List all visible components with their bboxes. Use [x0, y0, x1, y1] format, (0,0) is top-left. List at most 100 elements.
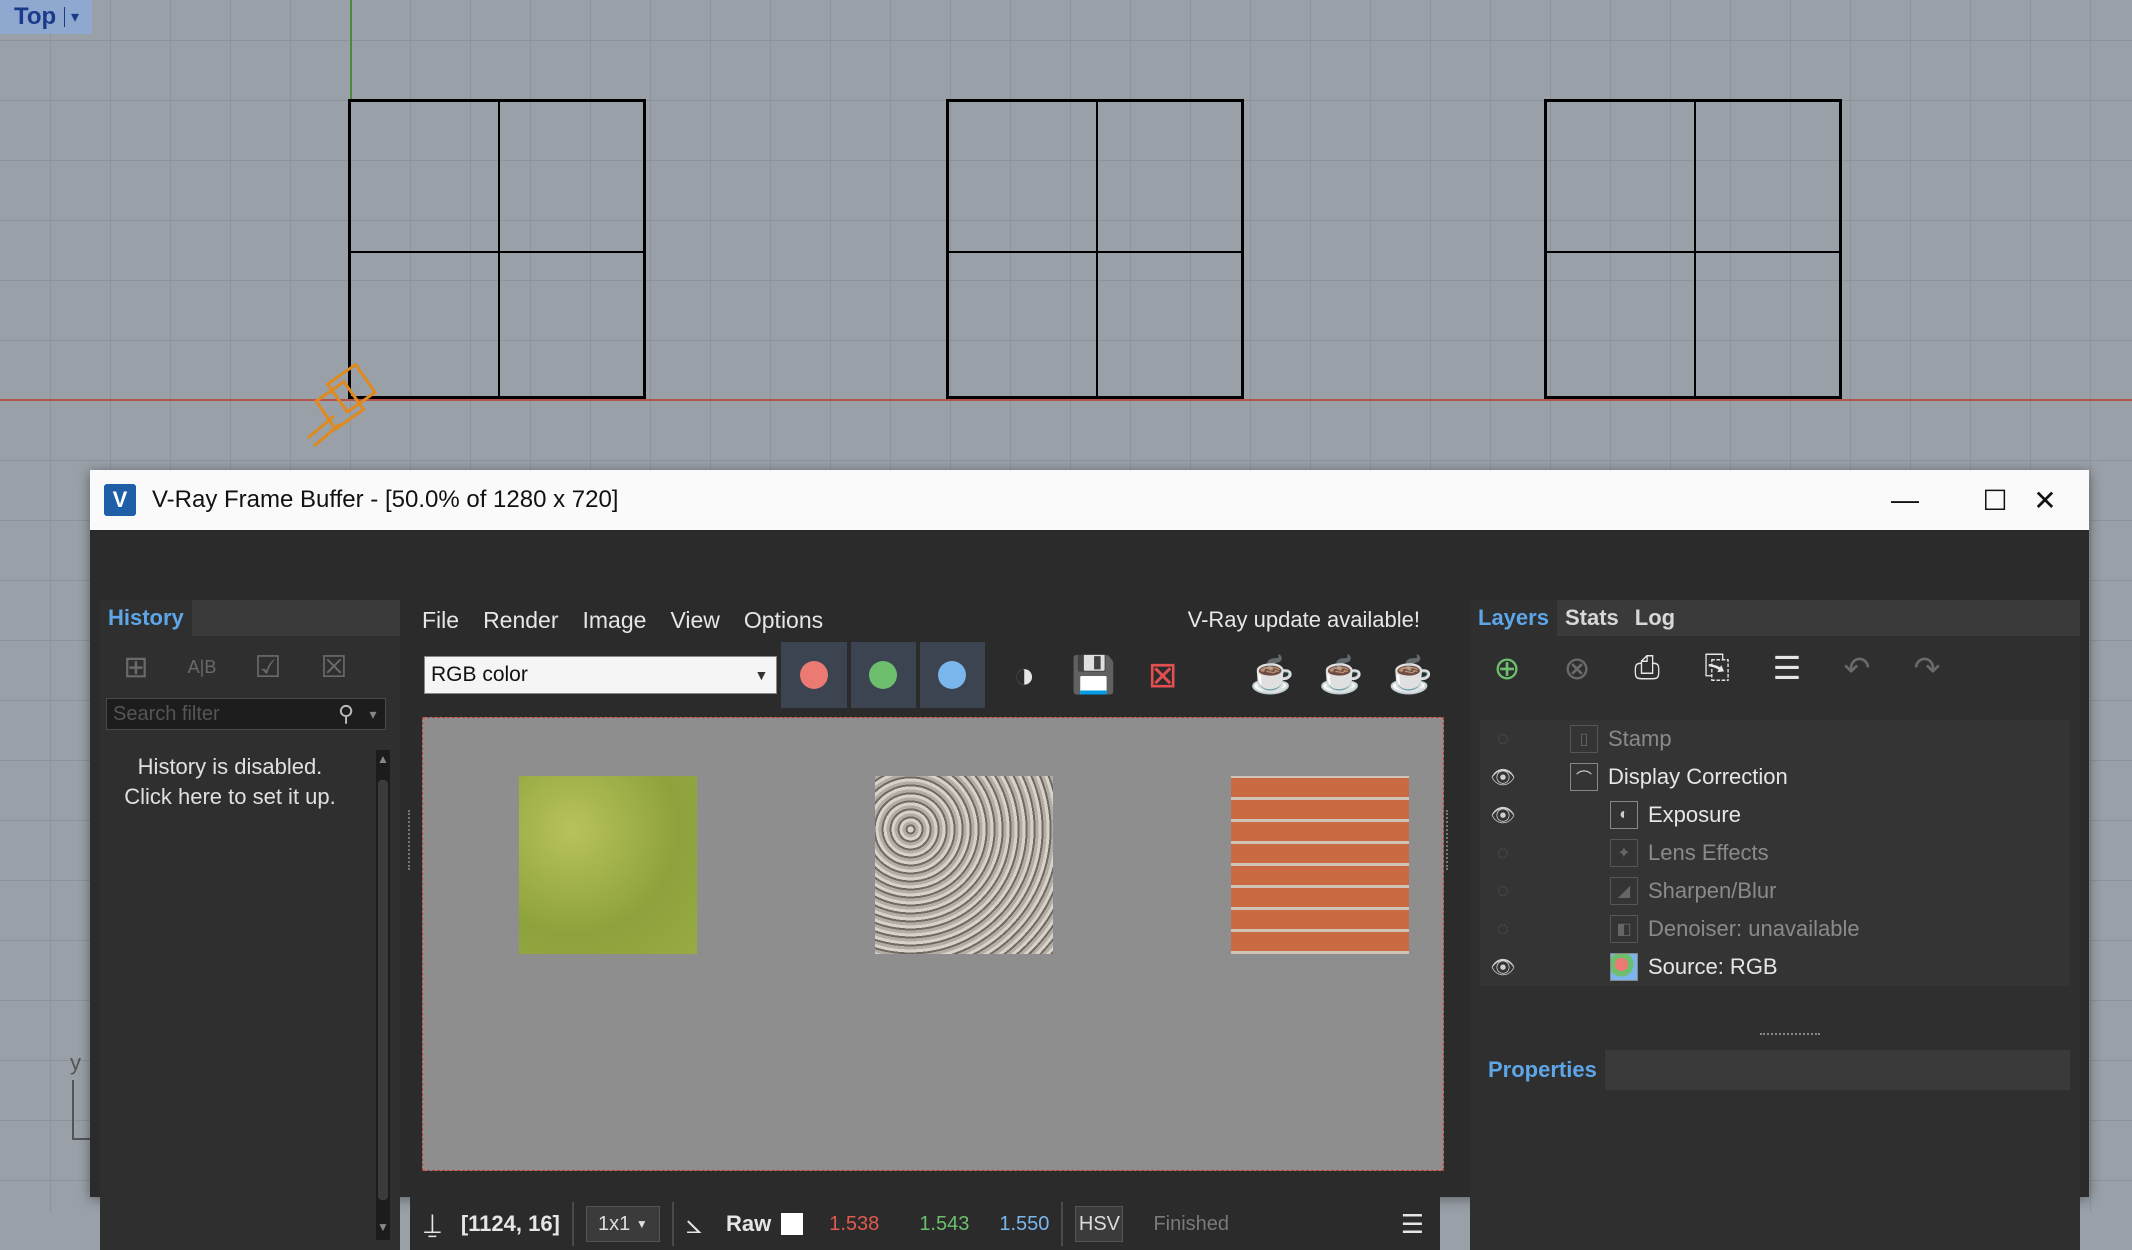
save-layers-icon[interactable]: ⎙ [1620, 641, 1674, 695]
blue-channel-icon [938, 661, 967, 689]
history-disabled-message[interactable]: History is disabled. Click here to set i… [100, 752, 360, 812]
layer-row-denoiser[interactable]: ◌ ◧ Denoiser: unavailable [1480, 910, 2070, 948]
right-splitter[interactable] [1446, 810, 1456, 870]
color-picker-icon[interactable]: ⦣ [686, 1208, 702, 1241]
layer-row-lens-effects[interactable]: ◌ ✦ Lens Effects [1480, 834, 2070, 872]
right-tabbar: Layers Stats Log [1470, 600, 2080, 636]
tab-history[interactable]: History [100, 600, 192, 636]
color-space-value: HSV [1078, 1212, 1120, 1235]
blue-value: 1.550 [999, 1212, 1050, 1235]
history-message-line2: Click here to set it up. [124, 784, 336, 809]
visibility-on-icon[interactable]: 👁 [1488, 765, 1518, 790]
history-save-icon[interactable]: ⊞ [114, 647, 158, 687]
visibility-off-icon[interactable]: ◌ [1488, 728, 1518, 751]
layer-label: Display Correction [1608, 764, 1788, 789]
search-dropdown-icon[interactable]: ▾ [361, 706, 385, 723]
load-layers-icon[interactable]: ⎘ [1690, 641, 1744, 695]
history-toolbar: ⊞ A|B ☑ ☒ [100, 636, 400, 698]
layer-row-exposure[interactable]: 👁 ◐ Exposure [1480, 796, 2070, 834]
vray-frame-buffer-window[interactable]: V V-Ray Frame Buffer - [50.0% of 1280 x … [90, 470, 2089, 1250]
frame-object-3[interactable] [1544, 99, 1842, 399]
layers-properties-splitter[interactable] [1760, 1033, 1820, 1041]
frame-object-2[interactable] [946, 99, 1244, 399]
y-axis-line [350, 0, 352, 100]
scroll-thumb[interactable] [378, 780, 388, 1200]
channel-select-value: RGB color [431, 663, 528, 686]
tab-log[interactable]: Log [1627, 600, 1683, 636]
tab-properties[interactable]: Properties [1480, 1050, 1605, 1090]
blue-channel-button[interactable] [919, 642, 985, 708]
status-bar: ⍊ [1124, 16] 1x1 ▼ ⦣ Raw 1.538 1.543 1.5… [410, 1198, 1440, 1250]
alpha-channel-icon[interactable]: ◑ [995, 645, 1054, 705]
curve-icon: ⌒ [1570, 763, 1598, 791]
menu-view[interactable]: View [658, 607, 731, 634]
viewport-label[interactable]: Top ▾ [0, 0, 92, 34]
visibility-on-icon[interactable]: 👁 [1488, 803, 1518, 828]
render-view-panel: File Render Image View Options V-Ray upd… [410, 600, 1444, 1250]
layer-row-display-correction[interactable]: 👁 ⌒ Display Correction [1480, 758, 2070, 796]
search-input[interactable] [107, 701, 331, 727]
axis-indicator [72, 1080, 90, 1140]
visibility-off-icon[interactable]: ◌ [1488, 880, 1518, 903]
visibility-on-icon[interactable]: 👁 [1488, 955, 1518, 980]
log-panel-icon[interactable]: ☰ [1401, 1209, 1424, 1240]
tab-layers[interactable]: Layers [1470, 600, 1557, 636]
layer-row-sharpen-blur[interactable]: ◌ ◢ Sharpen/Blur [1480, 872, 2070, 910]
layer-row-stamp[interactable]: ◌ ▯ Stamp [1480, 720, 2070, 758]
interactive-render-icon[interactable]: ☕ [1242, 645, 1301, 705]
update-notice[interactable]: V-Ray update available! [1188, 607, 1440, 633]
close-button[interactable]: ✕ [2000, 470, 2090, 530]
start-render-icon[interactable]: ☕ [1381, 645, 1440, 705]
rgb-source-icon [1610, 953, 1638, 981]
menu-render[interactable]: Render [471, 607, 570, 634]
pixel-lock-icon[interactable]: ⍊ [424, 1208, 441, 1241]
green-channel-button[interactable] [850, 642, 916, 708]
brick-texture-swatch [1231, 776, 1409, 954]
history-tabbar: History [100, 600, 400, 636]
delete-layer-icon[interactable]: ⊗ [1550, 641, 1604, 695]
grass-texture-swatch [519, 776, 697, 954]
visibility-off-icon[interactable]: ◌ [1488, 842, 1518, 865]
red-channel-button[interactable] [781, 642, 847, 708]
scroll-up-icon[interactable]: ▲ [376, 752, 390, 770]
history-ab-compare-icon[interactable]: A|B [180, 647, 224, 687]
zoom-select[interactable]: 1x1 ▼ [585, 1206, 660, 1242]
layers-panel: Layers Stats Log ⊕ ⊗ ⎙ ⎘ ☰ ↶ ↷ ◌ ▯ Stamp [1470, 600, 2080, 1250]
color-space-select[interactable]: HSV [1075, 1206, 1124, 1242]
history-load-icon[interactable]: ☑ [246, 647, 290, 687]
search-icon[interactable]: ⚲ [331, 701, 361, 727]
window-titlebar[interactable]: V V-Ray Frame Buffer - [50.0% of 1280 x … [90, 470, 2089, 530]
clear-image-icon[interactable]: ⊠ [1133, 645, 1192, 705]
layer-label: Lens Effects [1648, 840, 1769, 865]
divider [671, 1202, 674, 1246]
stop-render-icon[interactable]: ☕ [1312, 645, 1371, 705]
tab-stats[interactable]: Stats [1557, 600, 1627, 636]
layer-list-icon[interactable]: ☰ [1760, 641, 1814, 695]
viewport-dropdown-icon[interactable]: ▾ [64, 7, 79, 27]
render-toolbar: RGB color ▼ ◑ 💾 ⊠ ☕ ☕ ☕ [410, 640, 1440, 710]
history-scrollbar[interactable]: ▲ ▼ [376, 750, 390, 1240]
redo-icon[interactable]: ↷ [1900, 641, 1954, 695]
scroll-down-icon[interactable]: ▼ [376, 1220, 390, 1238]
minimize-button[interactable]: — [1860, 470, 1950, 530]
vray-logo-icon: V [104, 484, 136, 516]
color-sample-swatch [781, 1213, 804, 1235]
menu-file[interactable]: File [410, 607, 471, 634]
history-remove-icon[interactable]: ☒ [312, 647, 356, 687]
visibility-off-icon[interactable]: ◌ [1488, 918, 1518, 941]
layer-row-source-rgb[interactable]: 👁 Source: RGB [1480, 948, 2070, 986]
render-image-area[interactable] [422, 717, 1444, 1171]
save-image-icon[interactable]: 💾 [1064, 645, 1123, 705]
frame-object-1[interactable] [348, 99, 646, 399]
pixel-coords: [1124, 16] [460, 1211, 560, 1236]
camera-icon[interactable] [300, 358, 392, 450]
menu-options[interactable]: Options [732, 607, 835, 634]
viewport-name: Top [14, 3, 57, 30]
menu-image[interactable]: Image [571, 607, 659, 634]
channel-select[interactable]: RGB color ▼ [424, 656, 778, 694]
history-panel: History ⊞ A|B ☑ ☒ ⚲ ▾ History is disable… [100, 600, 400, 1250]
history-message-line1: History is disabled. [137, 754, 323, 779]
add-layer-icon[interactable]: ⊕ [1480, 641, 1534, 695]
undo-icon[interactable]: ↶ [1830, 641, 1884, 695]
layer-label: Source: RGB [1648, 954, 1778, 979]
